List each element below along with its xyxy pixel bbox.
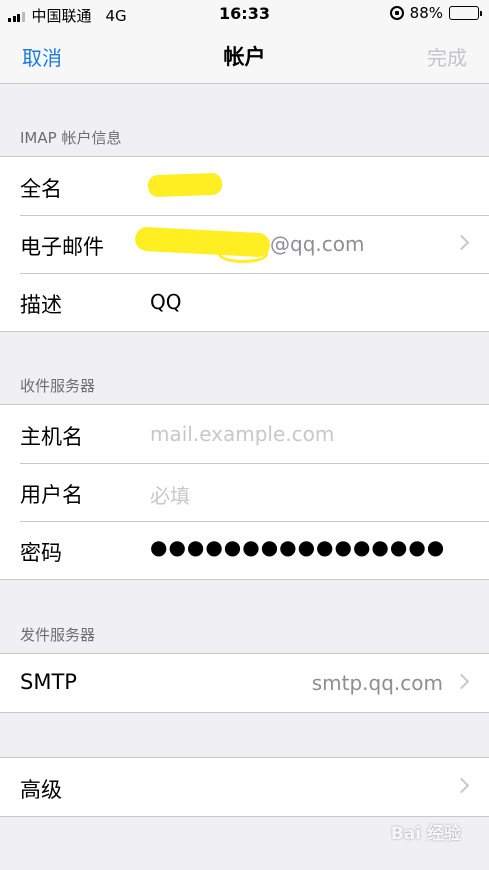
battery-icon <box>449 6 482 20</box>
done-button[interactable]: 完成 <box>427 42 467 71</box>
watermark: Bai 经验 <box>390 824 461 844</box>
redaction-mark <box>218 245 268 263</box>
advanced-label: 高级 <box>20 778 62 802</box>
smtp-row[interactable]: SMTP smtp.qq.com <box>0 654 489 712</box>
account-settings-screen: 中国联通 4G 16:33 88% 取消 帐户 完成 IMAP 帐户信息 全名 … <box>0 0 489 870</box>
full-name-row[interactable]: 全名 <box>0 157 489 215</box>
password-label: 密码 <box>20 541 62 565</box>
outgoing-group: SMTP smtp.qq.com <box>0 653 489 713</box>
email-label: 电子邮件 <box>20 235 104 259</box>
redaction-mark <box>147 172 223 198</box>
advanced-row[interactable]: 高级 <box>0 758 489 816</box>
username-input[interactable]: 必填 <box>150 480 190 509</box>
email-value: @qq.com <box>270 232 365 256</box>
chevron-right-icon <box>453 777 470 794</box>
hostname-label: 主机名 <box>20 425 83 449</box>
description-value[interactable]: QQ <box>150 290 181 314</box>
username-row[interactable]: 用户名 必填 <box>0 463 489 521</box>
chevron-right-icon <box>453 673 470 690</box>
imap-section-header: IMAP 帐户信息 <box>20 129 122 147</box>
status-bar: 中国联通 4G 16:33 88% <box>0 0 489 28</box>
description-row[interactable]: 描述 QQ <box>0 273 489 331</box>
username-label: 用户名 <box>20 483 83 507</box>
rotation-lock-icon <box>389 6 404 20</box>
smtp-value: smtp.qq.com <box>311 671 443 695</box>
hostname-row[interactable]: 主机名 mail.example.com <box>0 405 489 463</box>
battery-percent: 88% <box>409 4 443 22</box>
email-row[interactable]: 电子邮件 @qq.com <box>0 215 489 273</box>
hostname-input[interactable]: mail.example.com <box>150 422 334 446</box>
password-row[interactable]: 密码 ●●●●●●●●●●●●●●●● <box>0 521 489 579</box>
navigation-bar: 取消 帐户 完成 <box>0 28 489 84</box>
smtp-label: SMTP <box>20 670 77 694</box>
full-name-label: 全名 <box>20 177 62 201</box>
chevron-right-icon <box>453 234 470 251</box>
incoming-section-header: 收件服务器 <box>20 377 96 395</box>
incoming-group: 主机名 mail.example.com 用户名 必填 密码 ●●●●●●●●●… <box>0 404 489 580</box>
outgoing-section-header: 发件服务器 <box>20 626 96 644</box>
password-input[interactable]: ●●●●●●●●●●●●●●●● <box>150 535 445 559</box>
imap-group: 全名 电子邮件 @qq.com 描述 QQ <box>0 156 489 332</box>
advanced-group: 高级 <box>0 757 489 817</box>
page-title: 帐户 <box>223 45 266 69</box>
status-right: 88% <box>389 4 482 22</box>
description-label: 描述 <box>20 293 62 317</box>
